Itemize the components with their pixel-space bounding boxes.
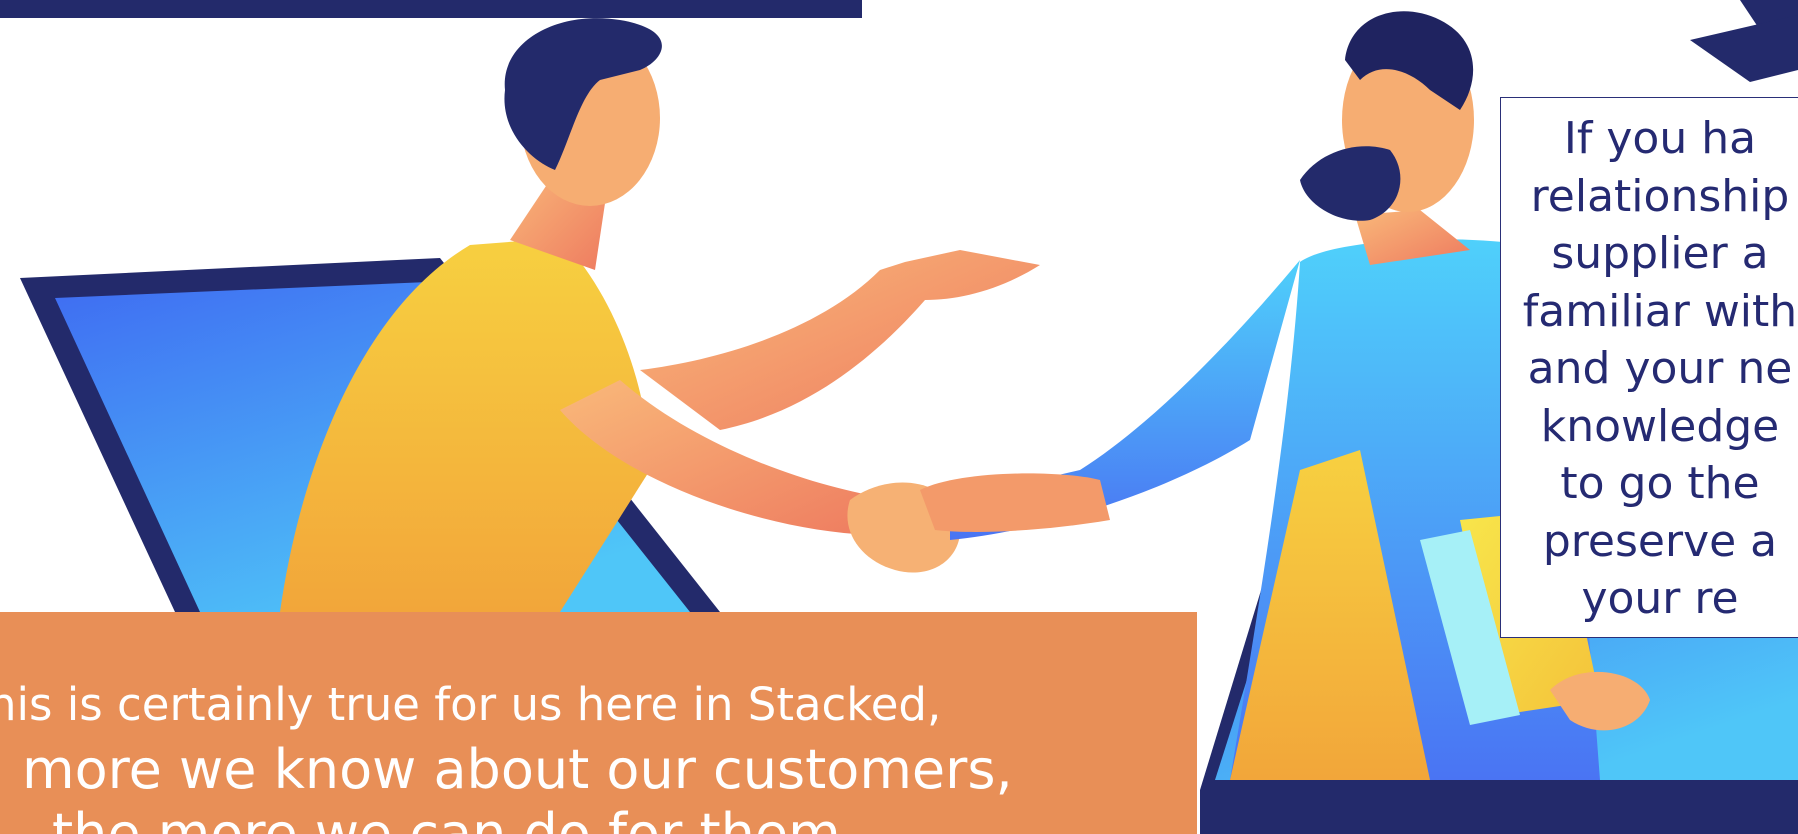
quote-line: supplier a <box>1551 228 1769 279</box>
panel-text-line-2: more we know about our customers, <box>22 738 1013 801</box>
quote-box: If you ha relationship supplier a famili… <box>1500 97 1798 638</box>
orange-text-panel: his is certainly true for us here in Sta… <box>0 612 1197 834</box>
quote-line: to go the <box>1560 458 1760 509</box>
slide-canvas: If you ha relationship supplier a famili… <box>0 0 1798 834</box>
down-arrow-icon <box>1690 0 1798 82</box>
quote-line: If you ha <box>1563 113 1757 164</box>
panel-text-line-3: the more we can do for them <box>52 802 841 834</box>
quote-line: preserve a <box>1542 515 1778 567</box>
quote-line: and your ne <box>1527 343 1793 394</box>
quote-line: familiar with <box>1522 285 1798 337</box>
quote-line: your re <box>1581 573 1739 624</box>
quote-line: relationship <box>1530 170 1790 222</box>
quote-line: knowledge <box>1540 400 1780 452</box>
left-man <box>280 18 1040 612</box>
panel-text-line-1: his is certainly true for us here in Sta… <box>0 678 942 731</box>
